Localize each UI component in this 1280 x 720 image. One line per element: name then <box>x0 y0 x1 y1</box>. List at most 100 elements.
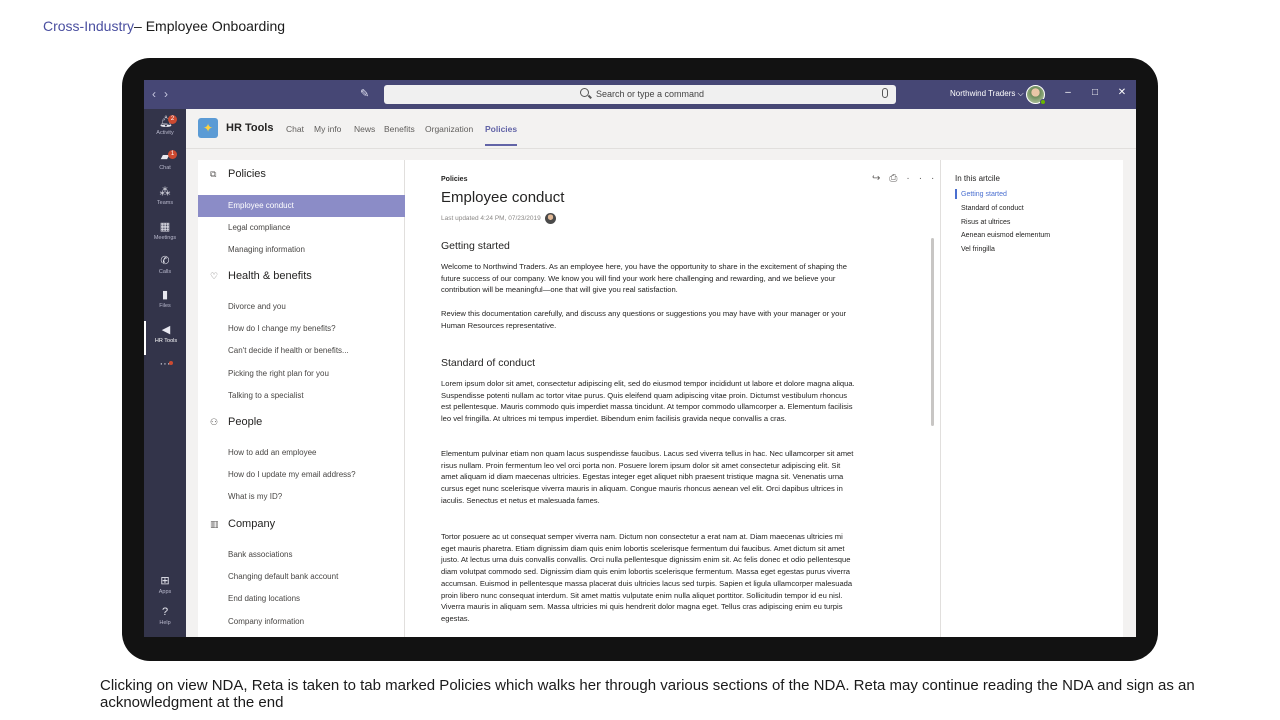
heart-icon: ♡ <box>210 271 219 281</box>
documents-icon: ⧉ <box>210 169 217 179</box>
nav-item-default-bank[interactable]: Changing default bank account <box>198 566 405 588</box>
paragraph: Welcome to Northwind Traders. As an empl… <box>441 262 847 295</box>
forward-arrow-icon[interactable]: › <box>164 87 176 101</box>
paragraph: Lorem ipsum dolor sit amet, consectetur … <box>441 379 855 424</box>
app-bar: 🔔︎ Activity 2 ▰ Chat 1 ⁂ Teams ▦ Meeting… <box>144 109 186 637</box>
nav-item-my-id[interactable]: What is my ID? <box>198 486 405 508</box>
nav-item-add-employee[interactable]: How to add an employee <box>198 442 405 464</box>
appbar-item-meetings[interactable]: ▦ Meetings <box>144 218 186 252</box>
toc-item-standard-of-conduct[interactable]: Standard of conduct <box>961 205 1024 212</box>
app-name: HR Tools <box>226 122 274 134</box>
print-icon[interactable]: ⎙ <box>889 173 906 184</box>
appbar-item-chat[interactable]: ▰ Chat 1 <box>144 148 186 182</box>
nav-item-change-benefits[interactable]: How do I change my benefits? <box>198 318 405 340</box>
hr-tools-logo-icon: ✦ <box>198 118 218 138</box>
appbar-item-teams[interactable]: ⁂ Teams <box>144 183 186 217</box>
nav-section-health-benefits[interactable]: ♡ Health & benefits <box>198 267 405 287</box>
avatar[interactable] <box>1026 85 1046 105</box>
tenant-switcher[interactable]: Northwind Traders ⌵ <box>950 89 1024 99</box>
chat-badge: 1 <box>168 150 177 159</box>
help-icon: ? <box>161 606 169 618</box>
nav-item-label: How do I update my email address? <box>228 470 356 479</box>
content-pane: ⧉ Policies Employee conduct Legal compli… <box>198 160 1123 637</box>
article-kicker: Policies <box>441 176 468 183</box>
author-avatar <box>544 213 556 224</box>
title-bar: ‹› ✎ Search or type a command Northwind … <box>144 80 1136 109</box>
appbar-label: Activity <box>156 130 174 136</box>
appbar-item-files[interactable]: ▮ Files <box>144 286 186 320</box>
nav-section-policies[interactable]: ⧉ Policies <box>198 165 405 185</box>
nav-item-specialist[interactable]: Talking to a specialist <box>198 385 405 407</box>
policy-nav: ⧉ Policies Employee conduct Legal compli… <box>198 160 405 637</box>
toc-item-getting-started[interactable]: Getting started <box>961 191 1007 198</box>
nav-item-right-plan[interactable]: Picking the right plan for you <box>198 363 405 385</box>
nav-item-label: How to add an employee <box>228 448 317 457</box>
toc-item-aenean[interactable]: Aenean euismod elementum <box>961 232 1050 239</box>
nav-item-cant-decide[interactable]: Can't decide if health or benefits... <box>198 340 405 362</box>
slide-category: Cross-Industry <box>43 18 135 34</box>
compose-icon[interactable]: ✎ <box>360 87 372 100</box>
share-icon[interactable]: ↪ <box>872 173 889 184</box>
toc-item-risus[interactable]: Risus at ultrices <box>961 219 1010 226</box>
microphone-icon[interactable] <box>882 88 888 98</box>
slide: Cross-Industry– Employee Onboarding ‹› ✎… <box>0 0 1280 720</box>
article-meta: Last updated 4:24 PM, 07/23/2019 <box>441 213 556 224</box>
appbar-item-help[interactable]: ? Help <box>144 603 186 637</box>
appbar-item-activity[interactable]: 🔔︎ Activity 2 <box>144 113 186 147</box>
building-icon: ▥ <box>210 519 219 529</box>
appbar-label: Teams <box>156 200 174 206</box>
appbar-label: HR Tools <box>154 338 178 344</box>
nav-item-bank-associations[interactable]: Bank associations <box>198 544 405 566</box>
nav-section-company[interactable]: ▥ Company <box>198 515 405 535</box>
nav-section-people[interactable]: ⚇ People <box>198 413 405 433</box>
appbar-label: Files <box>159 303 171 309</box>
tab-organization[interactable]: Organization <box>425 124 473 144</box>
search-input[interactable]: Search or type a command <box>384 85 896 104</box>
nav-item-divorce[interactable]: Divorce and you <box>198 296 405 318</box>
last-updated: Last updated 4:24 PM, 07/23/2019 <box>441 215 541 223</box>
appbar-label: Apps <box>158 589 172 595</box>
nav-item-label: How do I change my benefits? <box>228 324 336 333</box>
nav-item-label: Bank associations <box>228 550 293 559</box>
appbar-label: Meetings <box>153 235 177 241</box>
back-arrow-icon[interactable]: ‹ <box>152 87 164 101</box>
nav-item-company-information[interactable]: Company information <box>198 611 405 633</box>
article: Policies Employee conduct Last updated 4… <box>406 160 940 637</box>
nav-section-label: Policies <box>228 168 266 180</box>
nav-item-label: Employee conduct <box>228 201 294 210</box>
minimize-icon[interactable]: – <box>1062 87 1074 98</box>
maximize-icon[interactable]: □ <box>1089 87 1101 98</box>
toc-active-indicator <box>955 189 957 199</box>
tab-benefits[interactable]: Benefits <box>384 124 415 144</box>
appbar-item-hr-tools[interactable]: ◀ HR Tools <box>144 321 186 355</box>
slide-caption: Clicking on view NDA, Reta is taken to t… <box>100 677 1195 711</box>
toc-item-vel-fringilla[interactable]: Vel fringilla <box>961 246 995 253</box>
tab-my-info[interactable]: My info <box>314 124 341 144</box>
section-heading: Getting started <box>441 240 510 252</box>
nav-item-legal-compliance[interactable]: Legal compliance <box>198 217 405 239</box>
appbar-label: Help <box>159 620 171 626</box>
article-scrollbar[interactable] <box>931 238 934 426</box>
nav-item-employee-conduct[interactable]: Employee conduct <box>198 195 405 217</box>
phone-icon: ✆ <box>160 255 170 267</box>
history-arrows: ‹› <box>152 87 176 101</box>
appbar-item-calls[interactable]: ✆ Calls <box>144 252 186 286</box>
tab-policies[interactable]: Policies <box>485 124 518 146</box>
appbar-item-apps[interactable]: ⊞ Apps <box>144 572 186 606</box>
paragraph: Review this documentation carefully, and… <box>441 309 847 330</box>
more-options-icon[interactable]: ··· <box>906 173 940 184</box>
tab-chat[interactable]: Chat <box>286 124 304 144</box>
nav-item-end-dating[interactable]: End dating locations <box>198 588 405 610</box>
nav-item-label: Managing information <box>228 245 305 254</box>
nav-item-label: What is my ID? <box>228 492 283 501</box>
nav-item-label: Talking to a specialist <box>228 391 304 400</box>
search-placeholder: Search or type a command <box>596 89 705 99</box>
tab-news[interactable]: News <box>354 124 375 144</box>
table-of-contents: In this artcile Getting started Standard… <box>940 160 1123 637</box>
paragraph: Elementum pulvinar etiam non quam lacus … <box>441 449 854 505</box>
close-icon[interactable]: ✕ <box>1116 87 1128 98</box>
appbar-item-more[interactable]: ··· <box>144 355 186 389</box>
activity-badge: 2 <box>168 115 177 124</box>
nav-item-managing-information[interactable]: Managing information <box>198 239 405 261</box>
nav-item-update-email[interactable]: How do I update my email address? <box>198 464 405 486</box>
